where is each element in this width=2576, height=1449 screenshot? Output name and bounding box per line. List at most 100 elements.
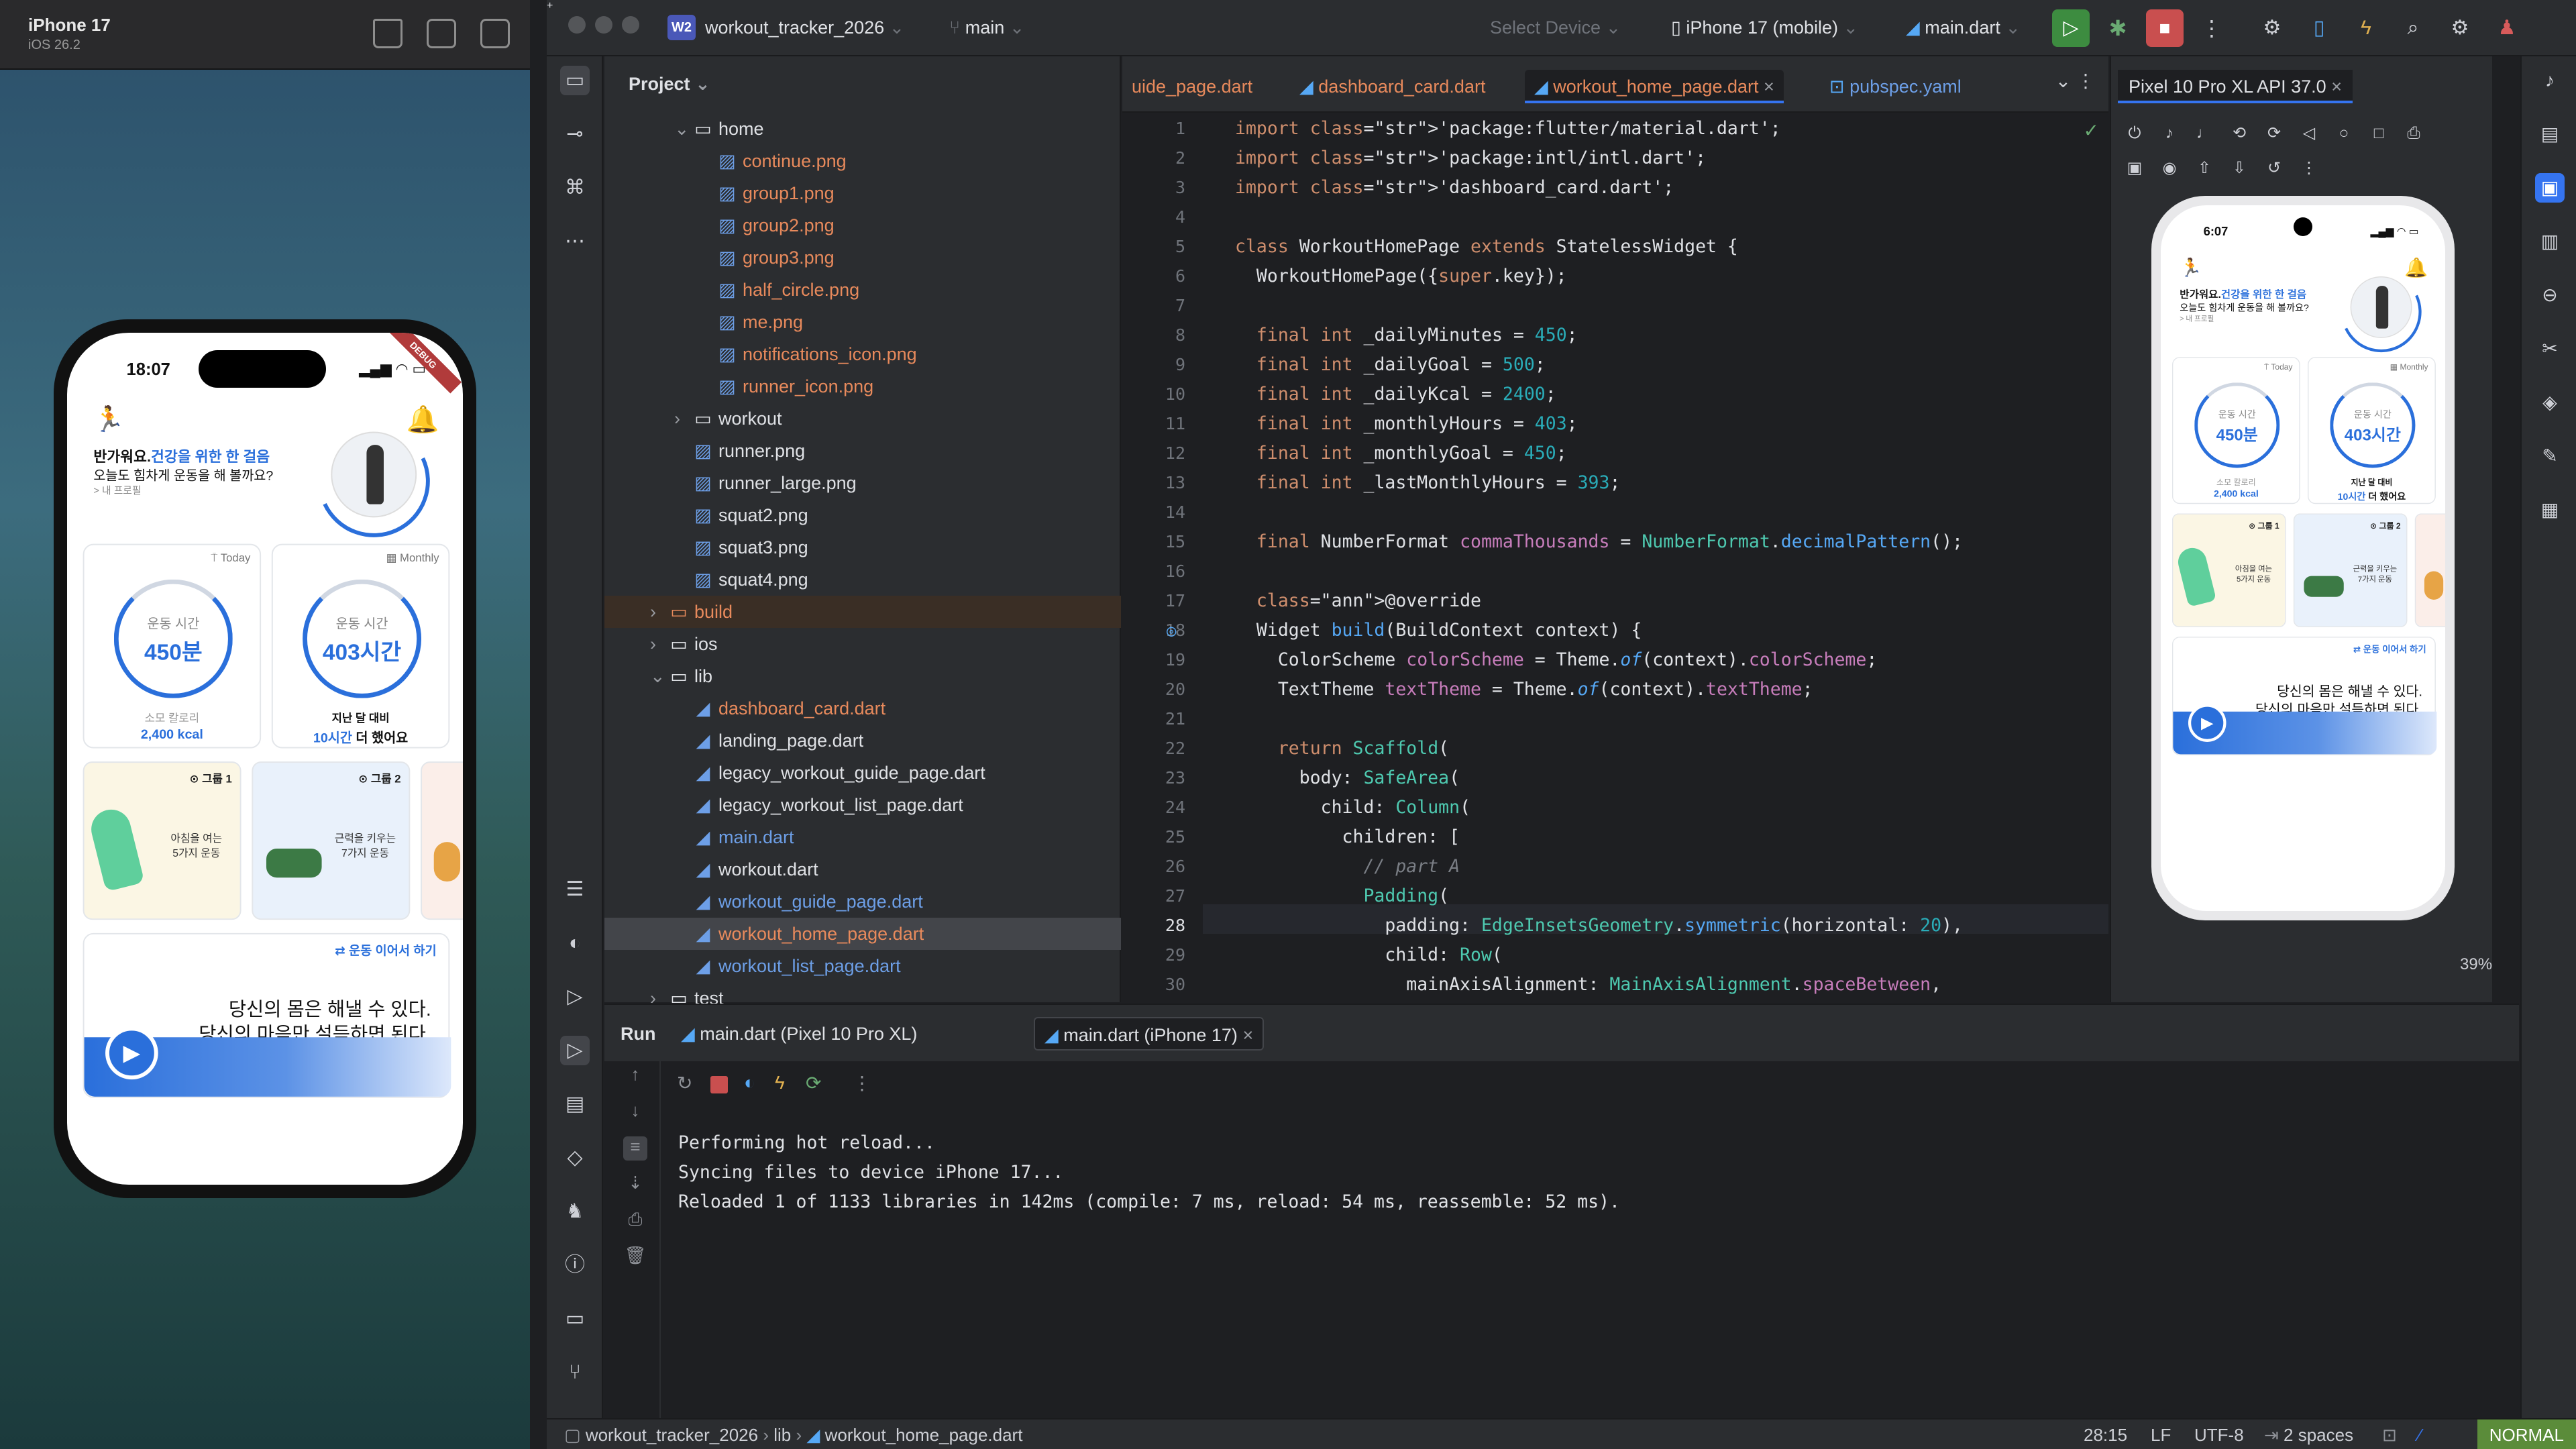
group1-card[interactable]: ⊙ 그룹 1 아침을 여는 5가지 운동 [83, 761, 241, 920]
print-icon[interactable]: ⎙ [623, 1209, 647, 1233]
tree-item[interactable]: ◢ main.dart [604, 821, 1121, 853]
trash-icon[interactable]: 🗑 [623, 1245, 647, 1269]
tree-item[interactable]: ▨ group2.png [604, 209, 1121, 241]
editor-tab[interactable]: ⊡ pubspec.yaml [1820, 70, 1971, 103]
scroll-up-icon[interactable]: ↑ [623, 1064, 647, 1088]
todo-icon[interactable]: ☰ [560, 875, 590, 904]
code-line[interactable]: final int _lastMonthlyHours = 393; [1235, 468, 1621, 498]
tree-item[interactable]: ▨ group1.png [604, 177, 1121, 209]
project-selector[interactable]: workout_tracker_2026 ⌄ [705, 17, 904, 38]
reset-icon[interactable]: ↺ [2264, 158, 2284, 178]
run-tab[interactable]: ◢ main.dart (Pixel 10 Pro XL) [672, 1017, 926, 1051]
group2-card[interactable]: ⊙ 그룹 2 근력을 키우는 7가지 운동 [2293, 513, 2408, 627]
today-card[interactable]: ⍑ Today 운동 시간 450분 소모 칼로리 2,400 kcal [2171, 357, 2300, 504]
tree-item[interactable]: ▨ group3.png [604, 241, 1121, 274]
code-line[interactable]: ColorScheme colorScheme = Theme.of(conte… [1235, 645, 1878, 675]
run-button[interactable]: ▷ [2052, 9, 2090, 47]
run-config-selector[interactable]: ◢ main.dart ⌄ [1906, 17, 2021, 38]
tree-item[interactable]: ▨ squat4.png [604, 564, 1121, 596]
code-line[interactable]: child: Row( [1235, 941, 1503, 970]
logcat-icon[interactable]: ♞ [560, 1197, 590, 1226]
screenshot-icon[interactable] [427, 19, 456, 48]
run-device-selector[interactable]: ▯ iPhone 17 (mobile) ⌄ [1671, 17, 1858, 38]
branch-selector[interactable]: ⑂ main ⌄ [949, 17, 1024, 38]
code-line[interactable]: final int _monthlyGoal = 450; [1235, 439, 1567, 468]
code-line[interactable]: final int _dailyKcal = 2400; [1235, 380, 1556, 409]
device-tab[interactable]: Pixel 10 Pro XL API 37.0 × [2118, 70, 2353, 103]
close-tab-icon[interactable]: × [1764, 76, 1774, 97]
rotate-icon[interactable] [480, 19, 510, 48]
tree-item[interactable]: ◢ workout_list_page.dart [604, 950, 1121, 982]
hot-reload-icon[interactable]: ϟ [775, 1072, 785, 1093]
scroll-to-end-icon[interactable]: ⇣ [623, 1173, 647, 1197]
code-line[interactable]: import class="str">'package:flutter/mate… [1235, 114, 1781, 144]
avatar[interactable] [331, 431, 417, 518]
pixel-screen[interactable]: 6:07 ▂▄▆ ◠ ▭ 🏃 🔔 반가워요.건강을 위한 한 걸음 오늘도 힘차… [2161, 205, 2445, 911]
hot-restart-icon[interactable]: ⟳ [806, 1072, 821, 1094]
problems-icon[interactable]: ⓘ [560, 1250, 590, 1280]
resume-workout-card[interactable]: ⇄ 운동 이어서 하기 당신의 몸은 해낼 수 있다. 당신의 마음만 설득하면 … [2171, 637, 2437, 755]
rerun-icon[interactable]: ↻ [677, 1072, 692, 1094]
layout-inspector-icon[interactable]: ▦ [2535, 495, 2565, 525]
run-tab[interactable]: ◢ main.dart (iPhone 17) × [1034, 1017, 1265, 1051]
hot-reload-icon[interactable]: ϟ [2347, 9, 2385, 47]
code-line[interactable]: // part A [1235, 852, 1460, 881]
edit-icon[interactable]: ✎ [2535, 441, 2565, 471]
group3-card[interactable] [2414, 513, 2445, 627]
tree-item[interactable]: ▨ continue.png [604, 145, 1121, 177]
tree-item[interactable]: ▨ notifications_icon.png [604, 338, 1121, 370]
code-line[interactable]: final int _monthlyHours = 403; [1235, 409, 1578, 439]
services-icon[interactable]: ▷ [560, 982, 590, 1012]
override-marker-icon[interactable]: ◎ [1167, 616, 1176, 645]
monthly-card[interactable]: ▦ Monthly 운동 시간 403시간 지난 달 대비 10시간 더 했어요 [2308, 357, 2436, 504]
tree-item[interactable]: ◢ legacy_workout_guide_page.dart [604, 757, 1121, 789]
avatar[interactable] [2350, 276, 2412, 338]
file-encoding[interactable]: UTF-8 [2194, 1425, 2244, 1446]
line-ending[interactable]: LF [2151, 1425, 2171, 1446]
structure-icon[interactable]: ⌘ [560, 173, 590, 203]
inspector-icon[interactable]: ◈ [2535, 388, 2565, 417]
stop-button[interactable]: ■ [2146, 9, 2184, 47]
android-home-icon[interactable]: ○ [2334, 123, 2354, 144]
code-line[interactable]: import class="str">'package:intl/intl.da… [1235, 144, 1706, 173]
debug-icon[interactable]: ✱ [2099, 9, 2137, 47]
tree-item[interactable]: ◢ workout_home_page.dart [604, 918, 1121, 950]
resume-workout-link[interactable]: ⇄ 운동 이어서 하기 [2353, 643, 2426, 655]
code-line[interactable]: class="ann">@override [1235, 586, 1481, 616]
editor-tab[interactable]: uide_page.dart [1122, 70, 1262, 103]
upload-icon[interactable]: ⇧ [2194, 158, 2214, 178]
code-line[interactable]: TextTheme textTheme = Theme.of(context).… [1235, 675, 1813, 704]
tree-item[interactable]: ▨ squat3.png [604, 531, 1121, 564]
more-options-icon[interactable]: ⋮ [2299, 158, 2319, 178]
notification-bell-icon[interactable]: 🔔 [2404, 256, 2428, 278]
tree-item[interactable]: ▨ half_circle.png [604, 274, 1121, 306]
download-icon[interactable]: ⇩ [2229, 158, 2249, 178]
window-close-button[interactable] [568, 16, 586, 34]
tree-item[interactable]: ▨ runner_large.png [604, 467, 1121, 499]
cursor-position[interactable]: 28:15 [2084, 1425, 2127, 1446]
tree-item[interactable]: ▨ runner.png [604, 435, 1121, 467]
gem-icon[interactable]: ◇ [560, 1143, 590, 1173]
group3-card[interactable] [421, 761, 463, 920]
tree-item[interactable]: ◢ workout_guide_page.dart [604, 885, 1121, 918]
code-line[interactable]: return Scaffold( [1235, 734, 1449, 763]
run-tool-icon[interactable]: ▷ [560, 1036, 590, 1065]
device-manager-icon[interactable]: ▯ [2300, 9, 2338, 47]
tree-item[interactable]: ▨ squat2.png [604, 499, 1121, 531]
tree-item[interactable]: ◢ workout.dart [604, 853, 1121, 885]
tree-item[interactable]: ⌄ ▭ home [604, 113, 1121, 145]
tree-item[interactable]: ▨ me.png [604, 306, 1121, 338]
code-line[interactable]: Widget build(BuildContext context) { [1235, 616, 1642, 645]
commit-icon[interactable]: ⊸ [560, 119, 590, 149]
notification-bell-icon[interactable]: 🔔 [407, 404, 439, 435]
code-line[interactable]: mainAxisAlignment: MainAxisAlignment.spa… [1235, 970, 1941, 1000]
window-minimize-button[interactable] [595, 16, 612, 34]
overview-icon[interactable]: □ [2369, 123, 2389, 144]
tree-item[interactable]: ⌄ ▭ lib [604, 660, 1121, 692]
group1-card[interactable]: ⊙ 그룹 1 아침을 여는 5가지 운동 [2171, 513, 2286, 627]
soft-wrap-icon[interactable]: ≡ [623, 1136, 647, 1161]
tree-item[interactable]: › ▭ workout [604, 402, 1121, 435]
back-icon[interactable]: ◁ [2299, 123, 2319, 144]
code-line[interactable]: final NumberFormat commaThousands = Numb… [1235, 527, 1963, 557]
editor-tab[interactable]: ◢ dashboard_card.dart [1290, 70, 1495, 103]
